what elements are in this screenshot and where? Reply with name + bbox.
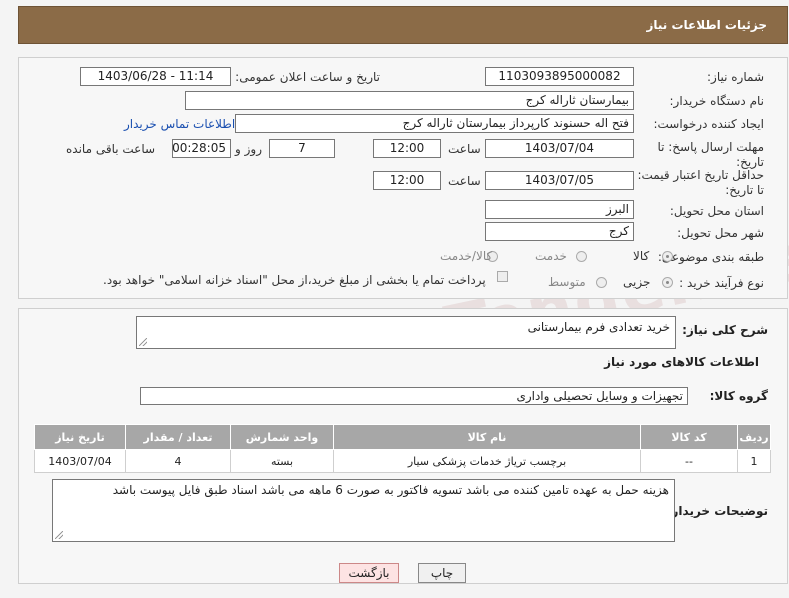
resize-grip-icon[interactable] xyxy=(139,338,147,346)
goods-table: ردیف کد کالا نام کالا واحد شمارش تعداد /… xyxy=(34,424,771,473)
goods-group-label: گروه کالا: xyxy=(709,389,768,403)
province-field: البرز xyxy=(485,200,634,219)
purchase-option-minor: جزیی xyxy=(623,275,651,289)
validity-label: حداقل تاریخ اعتبار قیمت: تا تاریخ: xyxy=(637,168,764,197)
category-option-goods: کالا xyxy=(633,249,650,263)
cell-date: 1403/07/04 xyxy=(34,449,126,473)
print-button[interactable]: چاپ xyxy=(418,563,466,583)
summary-field: خرید تعدادی فرم بیمارستانی xyxy=(136,316,676,349)
col-qty: تعداد / مقدار xyxy=(125,424,231,450)
goods-table-wrapper: ردیف کد کالا نام کالا واحد شمارش تعداد /… xyxy=(34,424,771,473)
purchase-type-label: نوع فرآیند خرید : xyxy=(679,276,764,290)
days-field: 7 xyxy=(269,139,335,158)
validity-date-field: 1403/07/05 xyxy=(485,171,634,190)
col-unit: واحد شمارش xyxy=(230,424,334,450)
col-name: نام کالا xyxy=(333,424,641,450)
announce-field: 1403/06/28 - 11:14 xyxy=(80,67,231,86)
col-code: کد کالا xyxy=(640,424,738,450)
deadline-date-field: 1403/07/04 xyxy=(485,139,634,158)
category-radio-goods[interactable] xyxy=(662,251,673,262)
goods-info-title: اطلاعات کالاهای مورد نیاز xyxy=(604,355,759,369)
page-title: جزئیات اطلاعات نیاز xyxy=(646,18,767,32)
creator-field: فتح اله حسنوند کارپرداز بیمارستان ثاراله… xyxy=(235,114,634,133)
page-header: جزئیات اطلاعات نیاز xyxy=(18,6,788,44)
announce-label: تاریخ و ساعت اعلان عمومی: xyxy=(235,70,380,84)
purchase-radio-medium[interactable] xyxy=(596,277,607,288)
creator-label: ایجاد کننده درخواست: xyxy=(653,117,764,131)
category-option-both: کالا/خدمت xyxy=(440,249,493,263)
cell-row: 1 xyxy=(737,449,771,473)
payment-note: پرداخت تمام یا بخشی از مبلغ خرید،از محل … xyxy=(103,273,486,287)
need-number-label: شماره نیاز: xyxy=(707,70,764,84)
city-field: کرج xyxy=(485,222,634,241)
deadline-label: مهلت ارسال پاسخ: تا تاریخ: xyxy=(657,140,764,169)
summary-label: شرح کلی نیاز: xyxy=(682,323,768,337)
back-button[interactable]: بازگشت xyxy=(339,563,399,583)
cell-code: -- xyxy=(640,449,738,473)
cell-qty: 4 xyxy=(125,449,231,473)
remaining-time-field: 00:28:05 xyxy=(172,139,231,158)
need-number-field: 1103093895000082 xyxy=(485,67,634,86)
table-row: 1 -- برچسب ترياژ خدمات پزشکی سيار بسته 4… xyxy=(34,449,771,473)
remaining-label: ساعت باقی مانده xyxy=(66,142,156,156)
category-label: طبقه بندی موضوعی: xyxy=(657,250,764,264)
buyer-org-field: بیمارستان ثاراله کرج xyxy=(185,91,634,110)
goods-group-field: تجهیزات و وسایل تحصیلی واداری xyxy=(140,387,688,405)
col-date: تاریخ نیاز xyxy=(34,424,126,450)
days-label: روز و xyxy=(235,142,262,156)
treasury-checkbox[interactable] xyxy=(497,271,508,282)
province-label: استان محل تحویل: xyxy=(669,204,764,218)
purchase-radio-minor[interactable] xyxy=(662,277,673,288)
category-radio-service[interactable] xyxy=(576,251,587,262)
buyer-notes-text: هزینه حمل به عهده تامین کننده می باشد تس… xyxy=(112,483,669,497)
buyer-org-label: نام دستگاه خریدار: xyxy=(669,94,765,108)
city-label: شهر محل تحویل: xyxy=(677,226,764,240)
col-row: ردیف xyxy=(737,424,771,450)
summary-text: خرید تعدادی فرم بیمارستانی xyxy=(527,320,670,334)
resize-grip-icon[interactable] xyxy=(55,531,63,539)
purchase-option-medium: متوسط xyxy=(548,275,586,289)
cell-name: برچسب ترياژ خدمات پزشکی سيار xyxy=(333,449,641,473)
buyer-notes-field: هزینه حمل به عهده تامین کننده می باشد تس… xyxy=(52,479,675,542)
contact-info-link[interactable]: اطلاعات تماس خریدار xyxy=(124,117,235,131)
buyer-notes-label: توضیحات خریدار: xyxy=(666,504,768,518)
table-header-row: ردیف کد کالا نام کالا واحد شمارش تعداد /… xyxy=(34,424,771,450)
deadline-time-field: 12:00 xyxy=(373,139,441,158)
validity-time-field: 12:00 xyxy=(373,171,441,190)
cell-unit: بسته xyxy=(230,449,334,473)
validity-time-label: ساعت xyxy=(448,174,481,188)
category-option-service: خدمت xyxy=(535,249,567,263)
deadline-time-label: ساعت xyxy=(448,142,481,156)
